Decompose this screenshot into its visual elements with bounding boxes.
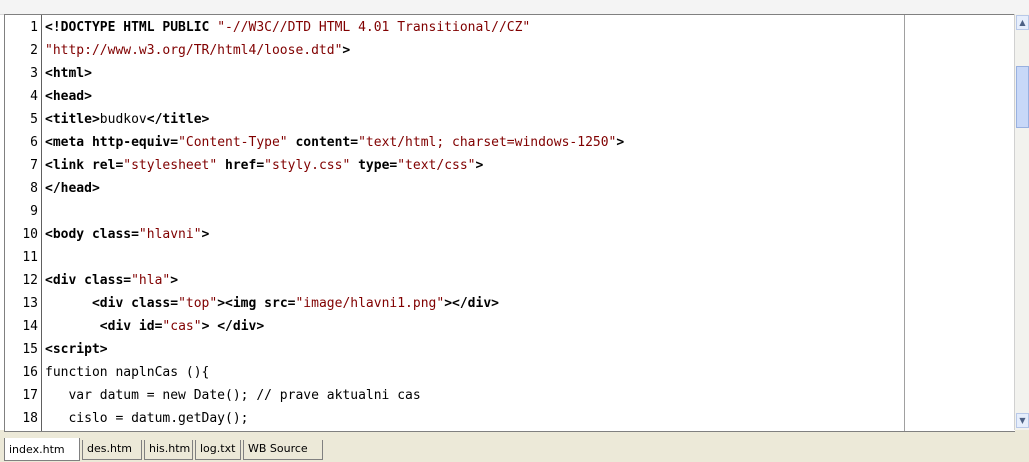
string-token: "http://www.w3.org/TR/html4/loose.dtd"	[45, 43, 343, 58]
file-tab[interactable]: des.htm	[82, 440, 142, 460]
line-number: 4	[30, 89, 38, 104]
line-number: 12	[22, 273, 38, 288]
string-token: "-//W3C//DTD HTML 4.01 Transitional//CZ"	[217, 20, 531, 35]
scroll-down-button[interactable]: ▼	[1016, 413, 1029, 428]
line-number: 3	[30, 66, 38, 81]
line-number: 1	[30, 20, 38, 35]
tag-token: <meta http-equiv=	[45, 135, 179, 150]
line-number: 7	[30, 158, 38, 173]
tag-token: > </div>	[201, 319, 265, 334]
tag-token: <div id=	[99, 319, 163, 334]
code-editor[interactable]: 1 2 3 4 5 6 7 8 9 10 11 12 13 14 15 16 17 18 <!DOCTYPE HT…	[0, 0, 1029, 432]
tag-token: <body class=	[45, 227, 139, 242]
string-token: "image/hlavni1.png"	[295, 296, 445, 311]
line-number: 11	[22, 250, 38, 265]
file-tab[interactable]: WB Source	[243, 440, 323, 460]
tag-token: >	[342, 43, 351, 58]
tag-token: <!DOCTYPE HTML PUBLIC	[45, 20, 218, 35]
tag-token: href=	[217, 158, 265, 173]
scroll-thumb[interactable]	[1016, 66, 1029, 128]
text-token: cislo = datum.getDay();	[45, 411, 249, 426]
string-token: "styly.css"	[264, 158, 351, 173]
line-number: 18	[22, 411, 38, 426]
line-number: 6	[30, 135, 38, 150]
string-token: "text/html; charset=windows-1250"	[358, 135, 617, 150]
tag-token: >	[475, 158, 484, 173]
line-number: 8	[30, 181, 38, 196]
line-number: 5	[30, 112, 38, 127]
text-token: budkov	[99, 112, 147, 127]
line-number-gutter: 1 2 3 4 5 6 7 8 9 10 11 12 13 14 15 16 17 18	[5, 15, 42, 431]
string-token: "text/css"	[397, 158, 476, 173]
file-tab[interactable]: index.htm	[4, 438, 80, 461]
text-token: function naplnCas (){	[45, 365, 210, 380]
string-token: "hlavni"	[138, 227, 202, 242]
text-token: var datum = new Date(); // prave aktualn…	[45, 388, 421, 403]
line-number: 2	[30, 43, 38, 58]
code-line[interactable]: <meta http-equiv="Content-Type" content=…	[45, 133, 624, 152]
line-number: 17	[22, 388, 38, 403]
code-line[interactable]: <title>budkov</title>	[45, 110, 209, 129]
code-line[interactable]: <!DOCTYPE HTML PUBLIC "-//W3C//DTD HTML …	[45, 18, 530, 37]
tag-token: <div class=	[45, 273, 132, 288]
tag-token: type=	[350, 158, 398, 173]
string-token: "Content-Type"	[178, 135, 288, 150]
code-line[interactable]: <html>	[45, 64, 92, 83]
tag-token: ><img src=	[217, 296, 296, 311]
tag-token: <div class=	[91, 296, 179, 311]
right-margin-guide	[904, 15, 905, 431]
string-token: "stylesheet"	[123, 158, 218, 173]
editor-frame[interactable]: 1 2 3 4 5 6 7 8 9 10 11 12 13 14 15 16 17 18 <!DOCTYPE HT…	[4, 14, 1015, 432]
tag-token: <script>	[45, 342, 108, 357]
file-tab[interactable]: log.txt	[195, 440, 241, 460]
code-line[interactable]: <div class="top"><img src="image/hlavni1…	[45, 294, 499, 313]
code-line[interactable]: <body class="hlavni">	[45, 225, 209, 244]
tag-token: >	[616, 135, 625, 150]
scroll-up-button[interactable]: ▲	[1016, 15, 1029, 30]
tag-token: <head>	[45, 89, 92, 104]
tag-token: >	[201, 227, 210, 242]
code-line[interactable]: "http://www.w3.org/TR/html4/loose.dtd">	[45, 41, 350, 60]
tag-token: ></div>	[444, 296, 499, 311]
line-number: 13	[22, 296, 38, 311]
vertical-scrollbar[interactable]: ▲ ▼	[1014, 14, 1029, 430]
line-number: 15	[22, 342, 38, 357]
string-token: "hla"	[131, 273, 171, 288]
code-area[interactable]: <!DOCTYPE HTML PUBLIC "-//W3C//DTD HTML …	[45, 15, 905, 431]
code-line[interactable]: <link rel="stylesheet" href="styly.css" …	[45, 156, 483, 175]
string-token: "cas"	[162, 319, 202, 334]
file-tab-bar: index.htm des.htm his.htm log.txt WB Source	[0, 432, 1029, 461]
tag-token: content=	[287, 135, 359, 150]
line-number: 14	[22, 319, 38, 334]
tag-token: >	[170, 273, 179, 288]
code-line[interactable]: <head>	[45, 87, 92, 106]
line-number: 9	[30, 204, 38, 219]
tag-token: <title>	[45, 112, 100, 127]
tag-token: <link rel=	[45, 158, 124, 173]
tag-token: <html>	[45, 66, 92, 81]
string-token: "top"	[178, 296, 218, 311]
code-line[interactable]: function naplnCas (){	[45, 363, 209, 382]
tag-token: </head>	[45, 181, 100, 196]
line-number: 10	[22, 227, 38, 242]
code-line[interactable]: <script>	[45, 340, 108, 359]
file-tab[interactable]: his.htm	[144, 440, 193, 460]
code-line[interactable]: cislo = datum.getDay();	[45, 409, 249, 428]
editor-top-strip	[0, 0, 1029, 15]
code-line[interactable]: var datum = new Date(); // prave aktualn…	[45, 386, 421, 405]
line-number: 16	[22, 365, 38, 380]
tag-token: </title>	[146, 112, 210, 127]
code-line[interactable]: </head>	[45, 179, 100, 198]
code-line[interactable]: <div class="hla">	[45, 271, 178, 290]
code-line[interactable]: <div id="cas"> </div>	[45, 317, 264, 336]
